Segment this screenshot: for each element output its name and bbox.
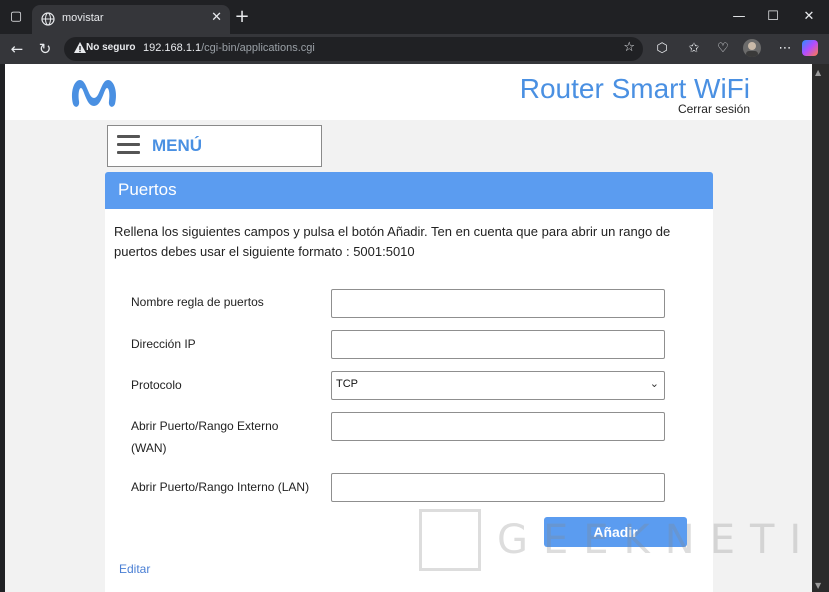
brand-title: Router Smart WiFi [519, 73, 750, 104]
tab-bar: ▢ movistar ✕ + — ☐ ✕ [0, 0, 829, 34]
favorites-icon[interactable]: ✩ [684, 39, 704, 59]
menu-button[interactable]: MENÚ [107, 125, 322, 167]
site-header: Router Smart WiFi Cerrar sesión [5, 64, 812, 120]
wan-port-label-line1: Abrir Puerto/Rango Externo [131, 419, 279, 433]
rule-name-input[interactable] [331, 289, 665, 318]
maximize-button[interactable]: ☐ [758, 6, 788, 28]
rule-name-label: Nombre regla de puertos [131, 295, 264, 309]
lan-port-label: Abrir Puerto/Rango Interno (LAN) [131, 480, 310, 494]
chevron-down-icon: ⌄ [649, 377, 659, 390]
watermark-logo-icon [419, 509, 481, 571]
security-label[interactable]: No seguro [86, 42, 135, 53]
scroll-down-icon[interactable]: ▼ [815, 581, 821, 590]
minimize-button[interactable]: — [724, 6, 754, 28]
profile-avatar[interactable] [743, 39, 761, 57]
wan-port-input[interactable] [331, 412, 665, 441]
warning-icon [74, 42, 86, 53]
watermark: GEEKNETIC [419, 509, 812, 571]
reload-icon[interactable]: ↻ [34, 38, 56, 60]
movistar-logo-icon [71, 80, 117, 107]
copilot-icon[interactable] [802, 40, 818, 56]
panel-header: Puertos [105, 172, 713, 209]
lan-port-input[interactable] [331, 473, 665, 502]
ip-address-label: Dirección IP [131, 337, 196, 351]
panel-title: Puertos [118, 180, 177, 199]
person-icon [746, 42, 758, 57]
ip-address-input[interactable] [331, 330, 665, 359]
wan-port-label-line2: (WAN) [131, 441, 167, 455]
wan-port-label: Abrir Puerto/Rango Externo (WAN) [131, 415, 278, 459]
browser-toolbar: ← ↻ No seguro 192.168.1.1/cgi-bin/applic… [0, 34, 829, 64]
tab-title: movistar [62, 12, 104, 24]
instructions-text: Rellena los siguientes campos y pulsa el… [114, 224, 671, 259]
hamburger-icon [117, 135, 140, 155]
url-text[interactable]: 192.168.1.1/cgi-bin/applications.cgi [143, 42, 315, 54]
close-window-button[interactable]: ✕ [794, 6, 824, 28]
page-viewport: Router Smart WiFi Cerrar sesión MENÚ Pue… [5, 64, 812, 592]
menu-label: MENÚ [152, 136, 203, 155]
health-icon[interactable]: ♡ [713, 39, 733, 59]
protocol-label: Protocolo [131, 378, 182, 392]
favorite-star-icon[interactable]: ☆ [623, 40, 635, 55]
browser-tab[interactable]: movistar ✕ [32, 5, 230, 34]
logout-link[interactable]: Cerrar sesión [678, 102, 750, 116]
watermark-text: GEEKNETIC [497, 517, 812, 563]
protocol-selected-value: TCP [336, 378, 358, 390]
sidebar-toggle-icon[interactable]: ▢ [4, 6, 28, 28]
protocol-select[interactable]: TCP ⌄ [331, 371, 665, 400]
tab-close-icon[interactable]: ✕ [211, 10, 222, 25]
vertical-scrollbar[interactable]: ▲ ▼ [812, 64, 829, 592]
url-path: /cgi-bin/applications.cgi [201, 42, 315, 54]
new-tab-button[interactable]: + [232, 7, 252, 27]
scroll-up-icon[interactable]: ▲ [815, 68, 821, 77]
extensions-icon[interactable]: ⬡ [652, 39, 672, 59]
edit-link[interactable]: Editar [119, 562, 150, 576]
address-bar[interactable]: No seguro 192.168.1.1/cgi-bin/applicatio… [64, 37, 643, 61]
more-icon[interactable]: ⋯ [775, 39, 795, 59]
globe-icon [41, 12, 55, 26]
url-host: 192.168.1.1 [143, 42, 202, 54]
back-icon[interactable]: ← [6, 38, 28, 60]
